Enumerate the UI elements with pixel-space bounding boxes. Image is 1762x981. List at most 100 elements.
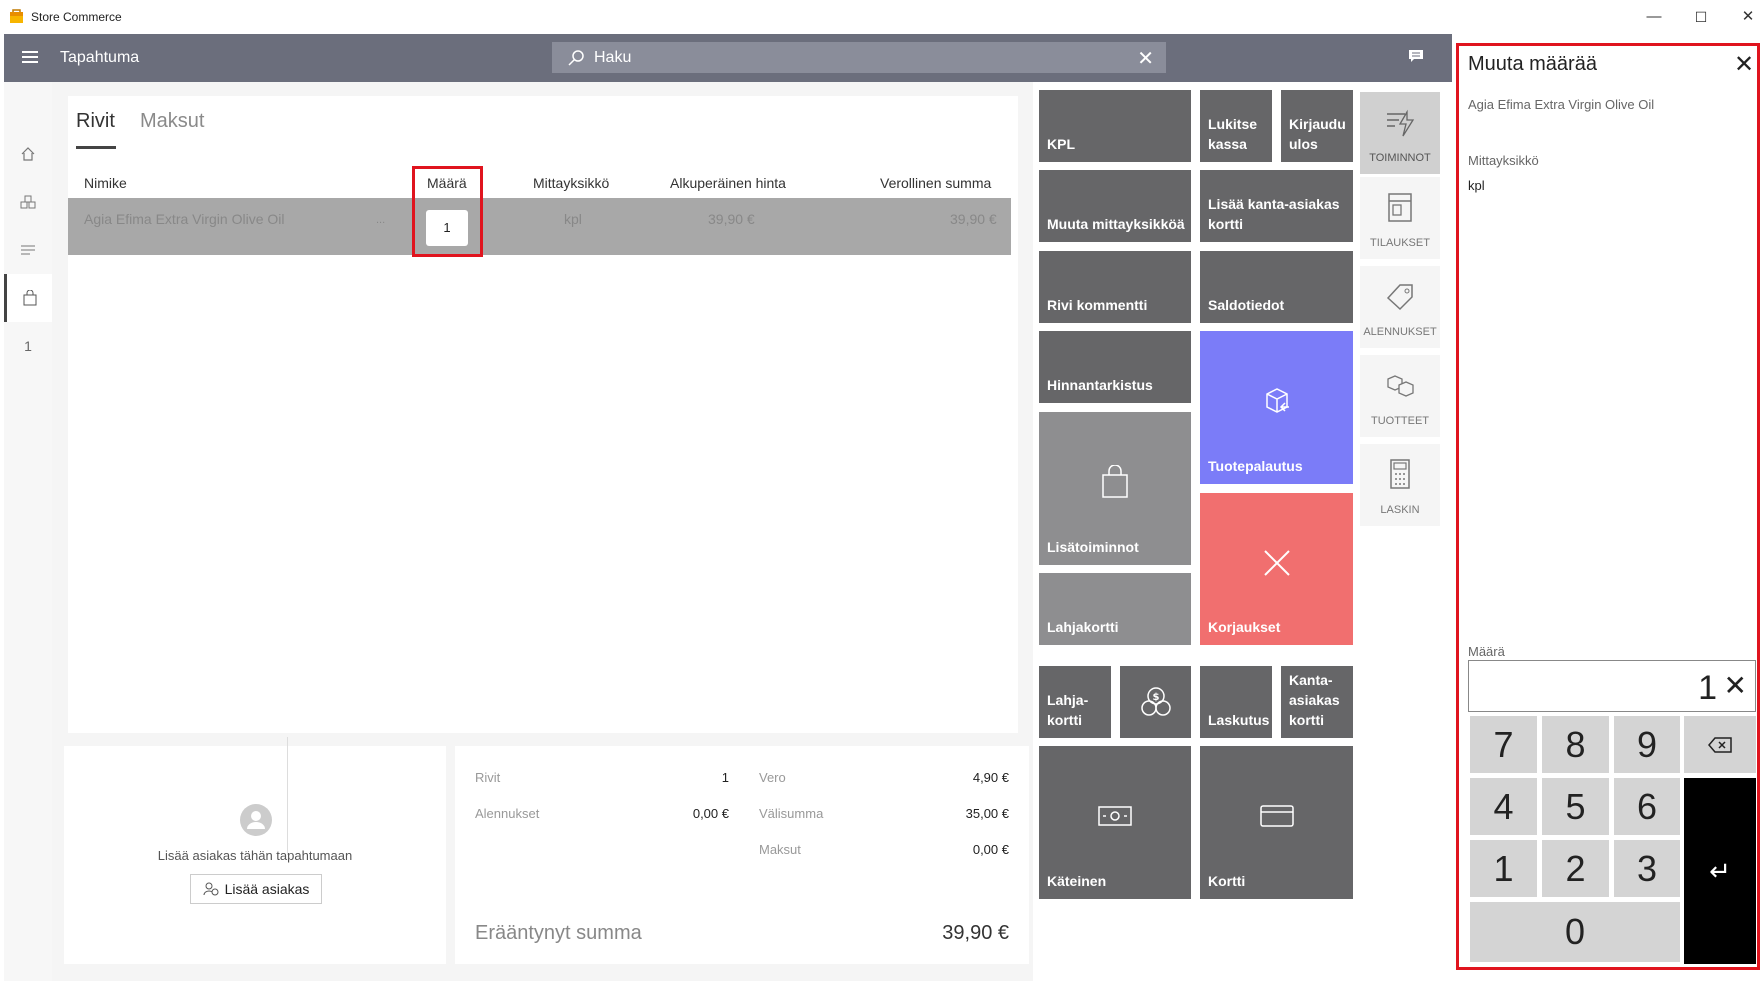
change-uom-label: Muuta mittayksikköä — [1047, 216, 1185, 232]
calculator-icon — [1390, 459, 1410, 489]
add-customer-button[interactable]: Lisää asiakas — [190, 874, 322, 904]
notifications-icon[interactable] — [1408, 49, 1424, 63]
loyalty-card-button[interactable]: Kanta-asiakas kortti — [1281, 666, 1353, 738]
voids-label: Korjaukset — [1208, 619, 1281, 635]
change-uom-button[interactable]: Muuta mittayksikköä — [1039, 170, 1191, 242]
calculator-tab-button[interactable]: LASKIN — [1360, 444, 1440, 526]
giftcard-payment-button[interactable]: Lahja-kortti — [1039, 666, 1111, 738]
actions-icon — [1387, 109, 1415, 137]
column-header-uom[interactable]: Mittayksikkö — [533, 175, 609, 191]
cash-icon — [1098, 806, 1132, 827]
discounts-label: Alennukset — [475, 806, 540, 821]
products-icon — [1387, 375, 1414, 397]
return-box-icon — [1265, 388, 1289, 414]
orders-icon — [1388, 193, 1412, 222]
credit-card-icon — [1259, 805, 1294, 828]
discounts-icon — [1386, 284, 1413, 311]
add-loyalty-card-button[interactable]: Lisää kanta-asiakas kortti — [1200, 170, 1353, 242]
products-tab-label: TUOTTEET — [1370, 415, 1430, 427]
row-uom: kpl — [564, 211, 582, 227]
actions-tab-label: TOIMINNOT — [1369, 152, 1431, 164]
transaction-count[interactable]: 1 — [4, 322, 52, 370]
payments-value: 0,00 € — [972, 842, 1009, 857]
inventory-lookup-button[interactable]: Saldotiedot — [1200, 251, 1353, 323]
navigation-rail: 1 — [4, 82, 52, 981]
invoice-button[interactable]: Laskutus — [1200, 666, 1272, 738]
svg-text:$: $ — [1152, 692, 1159, 703]
page-title: Tapahtuma — [60, 49, 140, 66]
add-customer-hint: Lisää asiakas tähän tapahtumaan — [157, 848, 353, 863]
row-more-icon[interactable]: ... — [376, 214, 385, 226]
list-icon[interactable] — [4, 226, 52, 274]
cart-icon[interactable] — [4, 274, 52, 322]
rows-label: Rivit — [475, 770, 501, 785]
payments-label: Maksut — [759, 842, 801, 857]
title-bar: Store Commerce — ☐ ✕ — [0, 0, 1762, 34]
giftcard-button[interactable]: Lahjakortti — [1039, 573, 1191, 645]
return-product-button[interactable]: Tuotepalautus — [1200, 331, 1353, 484]
totals-panel: Rivit 1 Alennukset 0,00 € Vero 4,90 € Vä… — [455, 746, 1029, 964]
add-person-icon — [203, 882, 219, 896]
tab-rivit[interactable]: Rivit — [76, 110, 115, 133]
coins-icon: $ — [1140, 687, 1171, 716]
maximize-button[interactable]: ☐ — [1689, 6, 1713, 28]
giftcard-payment-label: Lahja-kortti — [1047, 692, 1089, 728]
home-icon[interactable] — [4, 130, 52, 178]
actions-tab-button[interactable]: TOIMINNOT — [1360, 92, 1440, 174]
search-placeholder: Haku — [594, 49, 632, 66]
price-check-button[interactable]: Hinnantarkistus — [1039, 331, 1191, 403]
discounts-tab-label: ALENNUKSET — [1363, 326, 1437, 338]
app-title: Store Commerce — [31, 10, 122, 24]
card-button[interactable]: Kortti — [1200, 746, 1353, 899]
giftcard-label: Lahjakortti — [1047, 619, 1119, 635]
row-original-price: 39,90 € — [708, 211, 755, 227]
customer-panel: Lisää asiakas tähän tapahtumaan Lisää as… — [64, 746, 446, 964]
minimize-button[interactable]: — — [1642, 6, 1666, 28]
cash-button[interactable]: Käteinen — [1039, 746, 1191, 899]
line-comment-button[interactable]: Rivi kommentti — [1039, 251, 1191, 323]
column-header-name[interactable]: Nimike — [84, 175, 127, 191]
return-product-label: Tuotepalautus — [1208, 458, 1303, 474]
add-loyalty-card-label: Lisää kanta-asiakas kortti — [1208, 196, 1340, 232]
row-product-name: Agia Efima Extra Virgin Olive Oil — [84, 211, 285, 227]
logout-label: Kirjaudu ulos — [1289, 116, 1346, 152]
currency-button[interactable]: $ — [1120, 666, 1191, 738]
amount-due-label: Erääntynyt summa — [475, 922, 642, 944]
customer-avatar-icon — [240, 804, 272, 836]
tax-label: Vero — [759, 770, 786, 785]
invoice-label: Laskutus — [1208, 712, 1270, 728]
discounts-value: 0,00 € — [692, 806, 729, 821]
discounts-tab-button[interactable]: ALENNUKSET — [1360, 266, 1440, 348]
add-customer-label: Lisää asiakas — [224, 881, 310, 897]
app-header: Tapahtuma Haku ✕ — [4, 34, 1452, 82]
logout-button[interactable]: Kirjaudu ulos — [1281, 90, 1353, 162]
search-icon — [568, 50, 584, 66]
void-x-icon — [1263, 550, 1290, 576]
panel-highlight-box — [1456, 43, 1760, 970]
quantity-highlight-box — [412, 166, 483, 257]
orders-tab-button[interactable]: TILAUKSET — [1360, 177, 1440, 259]
column-header-total[interactable]: Verollinen summa — [880, 175, 991, 191]
row-total: 39,90 € — [950, 211, 997, 227]
products-tab-button[interactable]: TUOTTEET — [1360, 355, 1440, 437]
search-clear-icon[interactable]: ✕ — [1137, 46, 1154, 71]
kpl-button[interactable]: KPL — [1039, 90, 1191, 162]
tab-active-indicator — [76, 146, 116, 149]
lines-panel — [68, 96, 1018, 733]
lock-register-label: Lukitse kassa — [1208, 116, 1258, 152]
lock-register-button[interactable]: Lukitse kassa — [1200, 90, 1272, 162]
rows-value: 1 — [721, 770, 729, 785]
products-rail-icon[interactable] — [4, 178, 52, 226]
tab-maksut[interactable]: Maksut — [140, 110, 204, 133]
search-input[interactable]: Haku ✕ — [552, 42, 1166, 73]
tax-value: 4,90 € — [972, 770, 1009, 785]
close-window-button[interactable]: ✕ — [1736, 6, 1760, 28]
voids-button[interactable]: Korjaukset — [1200, 493, 1353, 645]
hamburger-menu-icon[interactable] — [22, 51, 38, 63]
orders-tab-label: TILAUKSET — [1370, 237, 1430, 249]
store-commerce-logo-icon — [10, 9, 23, 23]
column-header-original-price[interactable]: Alkuperäinen hinta — [670, 175, 786, 191]
more-actions-button[interactable]: Lisätoiminnot — [1039, 412, 1191, 565]
shopping-bag-icon — [1102, 465, 1128, 499]
more-actions-label: Lisätoiminnot — [1047, 539, 1139, 555]
